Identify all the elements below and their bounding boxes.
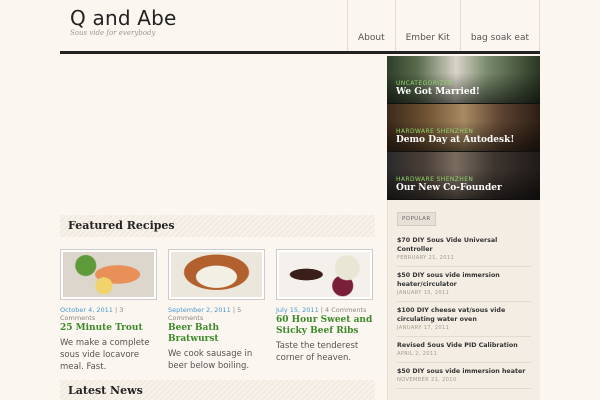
list-item: $50 DIY sous vide immersion heater Novem… (397, 363, 531, 389)
slide-wedding[interactable]: Uncategorized We Got Married! (387, 56, 540, 104)
site-title[interactable]: Q and Abe (70, 6, 177, 30)
recipe-date[interactable]: September 2, 2011 (168, 306, 231, 314)
recipe-excerpt: Taste the tenderest corner of heaven. (276, 341, 359, 363)
section-title: Featured Recipes (68, 219, 175, 232)
main-nav: About Ember Kit bag soak eat (347, 0, 540, 51)
recipe-date[interactable]: October 4, 2011 (60, 306, 113, 314)
recipe-image-ribs (279, 252, 370, 297)
sidebar: Popular $70 DIY Sous Vide Universal Cont… (387, 200, 540, 400)
popular-post-title[interactable]: $50 DIY sous vide immersion heater/circu… (397, 271, 531, 289)
recipe-meta: September 2, 2011 | 5 Comments (168, 306, 242, 322)
list-item: $100 DIY cheese vat/sous vide circulatin… (397, 302, 531, 337)
recipe-thumbnail[interactable] (168, 249, 265, 300)
slide-category[interactable]: Uncategorized (396, 80, 453, 87)
recipe-excerpt: We make a complete sous vide locavore me… (60, 338, 150, 372)
list-item: $50 DIY sous vide immersion heater/circu… (397, 267, 531, 302)
tab-popular[interactable]: Popular (397, 212, 436, 226)
popular-post-title[interactable]: Revised Sous Vide PID Calibration (397, 341, 531, 350)
featured-recipes-header: Featured Recipes (60, 215, 375, 237)
list-item: $70 DIY Sous Vide Universal Controller F… (397, 232, 531, 267)
site-tagline: Sous vide for everybody (70, 29, 156, 37)
nav-item-bag-soak-eat[interactable]: bag soak eat (459, 0, 540, 51)
recipe-card: July 15, 2011 | 4 Comments 60 Hour Sweet… (276, 249, 373, 364)
nav-item-ember-kit[interactable]: Ember Kit (394, 0, 460, 51)
latest-news-header: Latest News (60, 380, 375, 400)
recipe-excerpt: We cook sausage in beer below boiling. (168, 349, 253, 371)
slide-category[interactable]: Hardware Shenzhen (396, 176, 473, 183)
slide-title[interactable]: Demo Day at Autodesk! (396, 135, 514, 145)
recipe-image-bratwurst (171, 252, 262, 297)
popular-post-date: January 17, 2011 (397, 325, 450, 331)
recipe-date[interactable]: July 15, 2011 (276, 306, 319, 314)
nav-item-about[interactable]: About (347, 0, 395, 51)
recipe-thumbnail[interactable] (60, 249, 157, 300)
popular-posts-list: $70 DIY Sous Vide Universal Controller F… (397, 232, 531, 389)
popular-post-title[interactable]: $100 DIY cheese vat/sous vide circulatin… (397, 306, 531, 324)
recipe-meta: October 4, 2011 | 3 Comments (60, 306, 124, 322)
slide-category[interactable]: Hardware Shenzhen (396, 128, 473, 135)
section-title: Latest News (68, 384, 143, 397)
slide-title[interactable]: Our New Co-Founder (396, 183, 502, 193)
recipe-meta: July 15, 2011 | 4 Comments (276, 306, 367, 314)
popular-post-date: November 21, 2010 (397, 377, 457, 383)
recipe-title[interactable]: 60 Hour Sweet and Sticky Beef Ribs (276, 315, 373, 337)
slide-demo-day[interactable]: Hardware Shenzhen Demo Day at Autodesk! (387, 104, 540, 152)
list-item: Revised Sous Vide PID Calibration April … (397, 337, 531, 363)
popular-post-date: April 2, 2011 (397, 351, 438, 357)
featured-slider: Uncategorized We Got Married! Hardware S… (387, 56, 540, 200)
recipe-title[interactable]: Beer Bath Bratwurst (168, 323, 265, 345)
slide-title[interactable]: We Got Married! (396, 87, 480, 97)
popular-post-title[interactable]: $50 DIY sous vide immersion heater (397, 367, 531, 376)
site-header: Q and Abe Sous vide for everybody About … (60, 0, 540, 54)
slide-co-founder[interactable]: Hardware Shenzhen Our New Co-Founder (387, 152, 540, 200)
popular-post-date: January 15, 2011 (397, 290, 450, 296)
recipe-card: September 2, 2011 | 5 Comments Beer Bath… (168, 249, 265, 372)
recipe-image-trout (63, 252, 154, 297)
recipe-title[interactable]: 25 Minute Trout (60, 323, 157, 334)
recipe-thumbnail[interactable] (276, 249, 373, 300)
popular-post-date: February 21, 2011 (397, 255, 455, 261)
popular-post-title[interactable]: $70 DIY Sous Vide Universal Controller (397, 236, 531, 254)
recipe-card: October 4, 2011 | 3 Comments 25 Minute T… (60, 249, 157, 373)
recipe-comments[interactable]: 4 Comments (325, 306, 366, 314)
